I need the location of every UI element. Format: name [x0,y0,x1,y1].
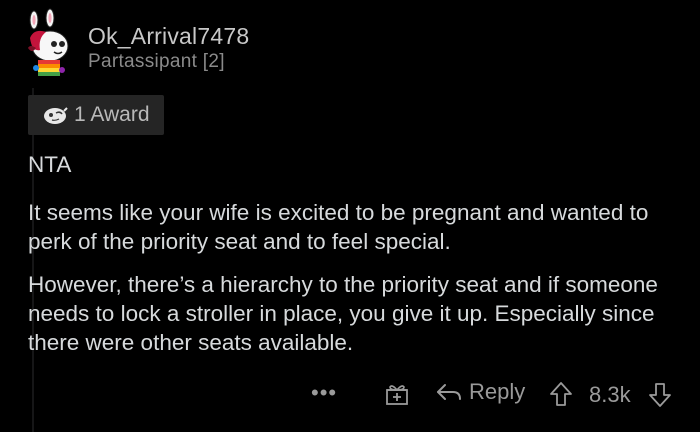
vote-score: 8.3k [589,382,631,407]
reply-label: Reply [469,379,526,404]
gift-award-icon[interactable] [384,381,410,407]
reply-arrow-icon [437,384,461,400]
upvote-arrow-icon[interactable] [548,380,574,408]
downvote-arrow-icon[interactable] [647,381,673,409]
award-badge[interactable]: 1 Award [28,95,164,135]
author-flair: Partassipant [2] [88,51,225,72]
comment-paragraph: It seems like your wife is excited to be… [28,200,649,254]
comment-paragraph: NTA [28,152,72,177]
more-options-button[interactable]: ••• [311,378,337,408]
comment-body: NTA It seems like your wife is excited t… [28,150,688,371]
avatar[interactable] [20,8,70,78]
snoo-avatar-icon [28,8,69,76]
comment-actions: ••• Reply 8.3k [0,378,700,412]
comment-paragraph: However, there’s a hierarchy to the prio… [28,272,658,355]
author-username[interactable]: Ok_Arrival7478 [88,23,249,50]
reply-button[interactable]: Reply [435,379,525,405]
award-icon [44,107,68,124]
award-label: 1 Award [74,103,150,126]
